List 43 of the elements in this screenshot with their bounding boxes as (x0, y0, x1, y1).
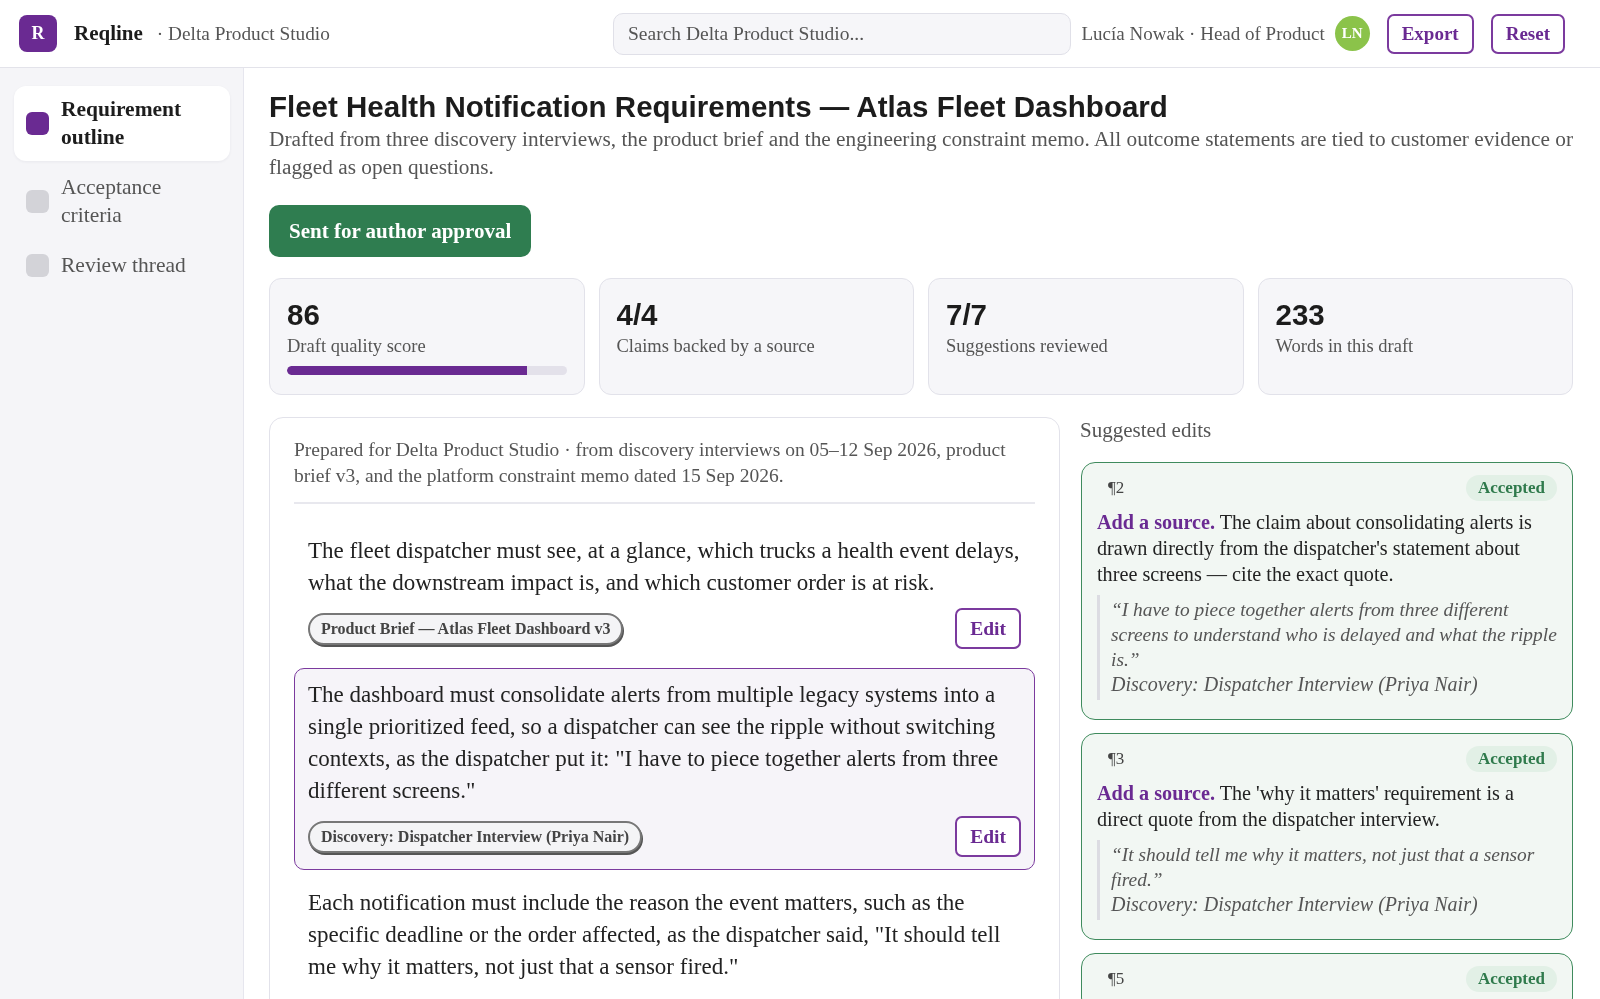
search-field[interactable]: Search Delta Product Studio... (613, 12, 1071, 55)
action-button[interactable]: Export (1386, 13, 1474, 54)
stat-label: Suggestions reviewed (946, 335, 1109, 357)
stat-label: Draft quality score (287, 335, 427, 357)
quote-source: Discovery: Dispatcher Interview (Priya Nair) (1111, 892, 1479, 917)
suggestion-text: Add a source. The claim about consolidating alerts is drawn directly from the dispatcher's statement about three screens — cite the exact quote. (1097, 510, 1533, 587)
status-badge: Accepted (1465, 966, 1557, 992)
page-title: Fleet Health Notification Requirements — Atlas Fleet Dashboard (269, 90, 1169, 124)
paragraph-text: The fleet dispatcher must see, at a glance, which trucks a health event delays, what the downstream impact is, and which customer order is at risk. (308, 537, 1021, 597)
app-logo: R (19, 15, 57, 52)
quote-text: “I have to piece together alerts from three different screens to understand who is delayed and what the ripple is.” (1111, 598, 1557, 672)
sidebar-item[interactable]: Review thread (14, 242, 230, 290)
status-badge: Accepted (1465, 746, 1557, 772)
quote-text: “It should tell me why it matters, not just that a sensor fired.” (1111, 843, 1536, 892)
app-name: Reqline (74, 21, 143, 46)
sidebar-item[interactable]: Requirement outline (14, 86, 230, 161)
section-heading: Suggested edits (1080, 418, 1213, 442)
paragraph-text: The dashboard must consolidate alerts from multiple legacy systems into a single prioritized feed, so a dispatcher can see the ripple without switching contexts, as the dispatcher put it: "I have to piece together alerts from three different screens." (308, 681, 1000, 805)
edit-button[interactable]: Edit (955, 608, 1021, 649)
source-chip: Discovery: Dispatcher Interview (Priya Nair) (308, 820, 643, 853)
paragraph-ref: ¶5 (1108, 969, 1125, 989)
source-chip: Product Brief — Atlas Fleet Dashboard v3 (308, 612, 624, 645)
paragraph-ref: ¶2 (1108, 478, 1125, 498)
stat-value: 86 (287, 299, 321, 331)
user-label: Lucía Nowak · Head of Product (1081, 22, 1325, 45)
stat-label: Claims backed by a source (616, 335, 816, 357)
paragraph-ref: ¶3 (1108, 749, 1125, 769)
status-button[interactable]: Sent for author approval (269, 205, 532, 257)
stat-value: 233 (1275, 299, 1326, 331)
sidebar-item[interactable]: Acceptance criteria (14, 164, 230, 239)
preamble-text: Prepared for Delta Product Studio · from discovery interviews on 05–12 Sep 2026, product brief v3, and the platform constraint memo dated 15 Sep 2026. (294, 437, 1035, 504)
paragraph-text: Each notification must include the reason the event matters, such as the specific deadline or the order affected, as the dispatcher said, "It should tell me why it matters, not just that a sensor fired." (308, 889, 1002, 981)
page-subtitle: Drafted from three discovery interviews, the product brief and the engineering constraint memo. All outcome statements are tied to customer evidence or flagged as open questions. (269, 126, 1573, 181)
stat-value: 4/4 (616, 299, 659, 331)
stat-label: Words in this draft (1275, 335, 1415, 357)
suggestion-text: Add a source. The 'why it matters' requirement is a direct quote from the dispatcher interview. (1097, 781, 1515, 832)
action-button[interactable]: Reset (1490, 13, 1565, 54)
quote-source: Discovery: Dispatcher Interview (Priya Nair) (1111, 672, 1479, 697)
user-avatar: LN (1334, 16, 1370, 51)
stat-value: 7/7 (946, 299, 988, 331)
workspace-name: · Delta Product Studio (156, 22, 330, 45)
status-badge: Accepted (1465, 475, 1557, 501)
edit-button[interactable]: Edit (955, 816, 1021, 857)
